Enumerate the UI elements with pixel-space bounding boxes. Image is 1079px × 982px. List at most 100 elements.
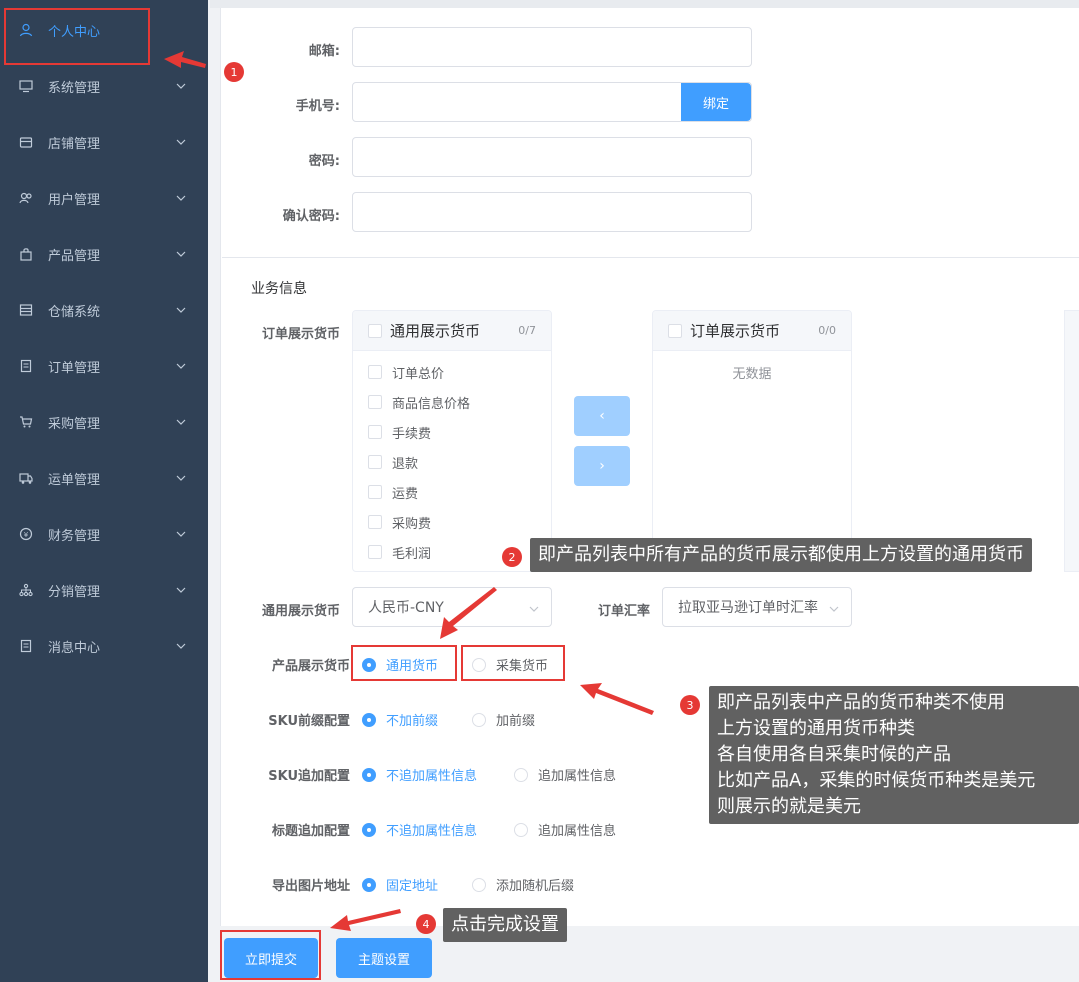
list-item[interactable]: 商品信息价格 [353,387,551,417]
divider [222,257,1079,258]
annotation-badge-3: 3 [680,695,700,715]
chevron-down-icon [176,137,186,147]
business-section-title: 业务信息 [251,281,307,297]
radio-random-suffix[interactable]: 添加随机后缀 [472,875,574,894]
radio-dot [362,822,376,837]
radio-dot [472,712,486,727]
checkbox[interactable] [368,425,382,439]
radio-title-append[interactable]: 追加属性信息 [514,820,616,839]
checkbox[interactable] [368,515,382,529]
annotation-box-collected-currency [461,645,565,681]
sidebar-item-label: 系统管理 [48,80,101,96]
sidebar-item-system[interactable]: 系统管理 [0,58,208,114]
radio-dot [514,822,528,837]
list-item[interactable]: 订单总价 [353,357,551,387]
checkbox[interactable] [368,485,382,499]
sidebar-item-warehouse[interactable]: 仓储系统 [0,282,208,338]
radio-fixed-address[interactable]: 固定地址 [362,875,438,894]
confirm-password-field[interactable] [352,192,752,232]
radio-dot [362,767,376,782]
exchange-rate-label: 订单汇率 [597,604,650,619]
sidebar: 个人中心 系统管理 店铺管理 用户管理 产品管理 仓储系统 订单管理 采购管理 … [0,0,208,982]
password-label: 密码: [308,154,340,169]
chevron-down-icon [176,249,186,259]
general-currency-label: 通用展示货币 [261,604,340,619]
checkbox[interactable] [368,365,382,379]
select-all-checkbox[interactable] [668,323,682,338]
transfer-to-right-button[interactable]: › [574,446,630,486]
sku-prefix-label: SKU前缀配置 [268,714,350,729]
password-field[interactable] [352,137,752,177]
chevron-down-icon [176,473,186,483]
sidebar-item-finance[interactable]: ¥ 财务管理 [0,506,208,562]
sidebar-item-shop[interactable]: 店铺管理 [0,114,208,170]
exchange-rate-value: 拉取亚马逊订单时汇率 [678,600,818,616]
warehouse-icon [18,302,34,318]
sidebar-item-products[interactable]: 产品管理 [0,226,208,282]
chevron-down-icon [176,361,186,371]
list-item[interactable]: 手续费 [353,417,551,447]
radio-dot [362,712,376,727]
radio-no-prefix[interactable]: 不加前缀 [362,710,438,729]
sidebar-item-label: 订单管理 [48,360,101,376]
transfer-left-count: 0/7 [518,324,536,337]
list-item[interactable]: 毛利润 [353,537,551,567]
cart-icon [18,414,34,430]
annotation-badge-4: 4 [416,914,436,934]
sidebar-item-label: 产品管理 [48,248,101,264]
checkbox[interactable] [368,545,382,559]
radio-dot [514,767,528,782]
sidebar-item-label: 仓储系统 [48,304,101,320]
bind-button[interactable]: 绑定 [681,83,751,121]
theme-settings-button[interactable]: 主题设置 [336,938,432,978]
transfer-left-header: 通用展示货币 0/7 [353,311,551,351]
order-currency-label: 订单展示货币 [261,327,340,342]
chevron-down-icon [176,193,186,203]
sidebar-item-orders[interactable]: 订单管理 [0,338,208,394]
sidebar-item-label: 财务管理 [48,528,101,544]
select-all-checkbox[interactable] [368,323,382,338]
title-append-label: 标题追加配置 [271,824,350,839]
users-icon [18,190,34,206]
sidebar-item-purchasing[interactable]: 采购管理 [0,394,208,450]
sidebar-item-messages[interactable]: 消息中心 [0,618,208,674]
radio-dot [362,877,376,892]
email-field[interactable] [352,27,752,67]
chevron-down-icon [176,305,186,315]
chevron-down-icon [829,602,839,612]
annotation-badge-1: 1 [224,62,244,82]
sidebar-item-label: 采购管理 [48,416,101,432]
general-currency-select[interactable]: 人民币-CNY [352,587,552,627]
list-item[interactable]: 运费 [353,477,551,507]
radio-sku-no-append[interactable]: 不追加属性信息 [362,765,477,784]
exchange-rate-select[interactable]: 拉取亚马逊订单时汇率 [662,587,852,627]
message-icon [18,638,34,654]
general-currency-value: 人民币-CNY [368,600,444,616]
chevron-down-icon [529,602,539,612]
checkbox[interactable] [368,395,382,409]
transfer-to-left-button[interactable]: ‹ [574,396,630,436]
radio-title-no-append[interactable]: 不追加属性信息 [362,820,477,839]
radio-dot [472,877,486,892]
sidebar-item-distribution[interactable]: 分销管理 [0,562,208,618]
list-item[interactable]: 采购费 [353,507,551,537]
list-item[interactable]: 退款 [353,447,551,477]
confirm-password-label: 确认密码: [282,209,340,224]
sku-append-label: SKU追加配置 [268,769,350,784]
sidebar-item-label: 店铺管理 [48,136,101,152]
transfer-left-title: 通用展示货币 [390,322,481,340]
chevron-down-icon [176,585,186,595]
truck-icon [18,470,34,486]
checkbox[interactable] [368,455,382,469]
transfer-empty-text: 无数据 [732,367,772,382]
transfer-right-header: 订单展示货币 0/0 [653,311,851,351]
sidebar-item-waybills[interactable]: 运单管理 [0,450,208,506]
email-label: 邮箱: [308,44,340,59]
radio-add-prefix[interactable]: 加前缀 [472,710,535,729]
sidebar-item-users[interactable]: 用户管理 [0,170,208,226]
radio-sku-append[interactable]: 追加属性信息 [514,765,616,784]
product-currency-label: 产品展示货币 [271,659,350,674]
document-icon [18,358,34,374]
chevron-down-icon [176,417,186,427]
transfer-right-title: 订单展示货币 [690,322,781,340]
